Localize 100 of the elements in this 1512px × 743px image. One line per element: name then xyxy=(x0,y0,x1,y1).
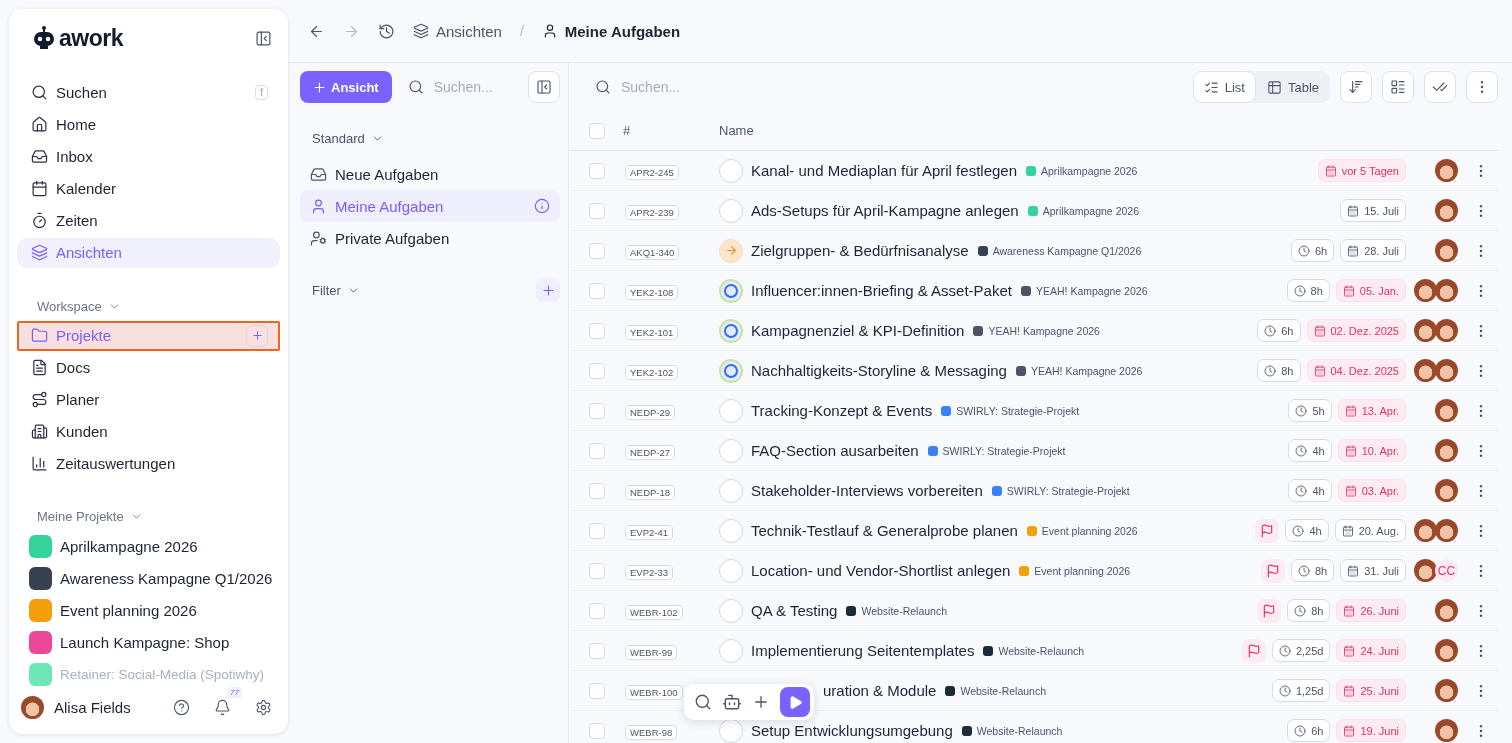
status-circle[interactable] xyxy=(719,198,743,223)
status-circle[interactable] xyxy=(719,478,743,503)
play-button[interactable] xyxy=(780,687,810,717)
project-label[interactable]: Website-Relaunch xyxy=(976,724,1063,737)
view-item[interactable]: Private Aufgaben xyxy=(300,222,560,254)
done-button[interactable] xyxy=(1424,71,1456,103)
project-label[interactable]: SWIRLY: Strategie-Projekt xyxy=(1006,484,1130,497)
task-row[interactable]: NEDP-18 Stakeholder-Interviews vorbereiten SWIRLY: Strategie-Projekt 4h 03. Apr. xyxy=(571,471,1498,511)
avatar[interactable] xyxy=(1435,639,1458,662)
avatar[interactable] xyxy=(1435,159,1458,182)
group-button[interactable] xyxy=(1382,71,1414,103)
effort-chip[interactable]: 4h xyxy=(1288,479,1332,502)
avatar[interactable] xyxy=(1435,399,1458,422)
avatar[interactable] xyxy=(1435,199,1458,222)
project-label[interactable]: Website-Relaunch xyxy=(998,644,1085,657)
view-mode-tab[interactable]: Table xyxy=(1255,71,1330,103)
status-circle[interactable] xyxy=(719,638,743,663)
task-row[interactable]: APR2-239 Ads-Setups für April-Kampagne anlegen Aprilkampagne 2026 15. Juli xyxy=(571,191,1498,231)
project-item[interactable]: Aprilkampagne 2026 xyxy=(17,530,280,563)
task-name[interactable]: Location- und Vendor-Shortlist anlegen xyxy=(751,562,1011,579)
status-progress-icon[interactable] xyxy=(719,358,743,383)
row-checkbox[interactable] xyxy=(589,482,605,499)
status-circle[interactable] xyxy=(719,558,743,583)
section-header[interactable]: Workspace xyxy=(17,298,280,314)
status-circle[interactable] xyxy=(719,158,743,183)
due-date-chip[interactable]: 02. Dez. 2025 xyxy=(1306,319,1406,342)
task-name[interactable]: Zielgruppen- & Bedürfnisanalyse xyxy=(751,242,969,259)
avatar[interactable] xyxy=(1435,599,1458,622)
add-button[interactable] xyxy=(246,324,268,347)
flag-icon[interactable] xyxy=(1260,558,1285,583)
collapse-panel-button[interactable] xyxy=(528,71,560,103)
status-circle[interactable] xyxy=(719,718,743,743)
task-row[interactable]: NEDP-29 Tracking-Konzept & Events SWIRLY: Strategie-Projekt 5h 13. Apr. xyxy=(571,391,1498,431)
status-circle[interactable] xyxy=(719,518,743,543)
due-date-chip[interactable]: 19. Juni xyxy=(1336,719,1406,742)
collapse-sidebar-button[interactable] xyxy=(255,29,272,47)
flag-icon[interactable] xyxy=(1255,518,1280,543)
avatar[interactable] xyxy=(1414,559,1437,582)
avatar[interactable] xyxy=(1435,239,1458,262)
nav-item[interactable]: Inbox xyxy=(17,141,280,172)
project-label[interactable]: Aprilkampagne 2026 xyxy=(1042,204,1139,217)
add-view-button[interactable]: Ansicht xyxy=(300,71,392,103)
row-checkbox[interactable] xyxy=(589,322,605,339)
due-date-chip[interactable]: 28. Juli xyxy=(1340,239,1406,262)
project-item[interactable]: Awareness Kampagne Q1/2026 xyxy=(17,562,280,595)
effort-chip[interactable]: 8h xyxy=(1286,279,1330,302)
search-field[interactable]: Suchen... xyxy=(619,78,1183,96)
row-checkbox[interactable] xyxy=(589,202,605,219)
due-date-chip[interactable]: 03. Apr. xyxy=(1337,479,1406,502)
task-name[interactable]: uration & Module xyxy=(823,682,937,699)
row-checkbox[interactable] xyxy=(589,522,605,539)
search-field[interactable]: Suchen... xyxy=(431,78,518,96)
status-progress-icon[interactable] xyxy=(719,318,743,343)
task-name[interactable]: QA & Testing xyxy=(751,602,838,619)
sort-button[interactable] xyxy=(1340,71,1372,103)
task-row[interactable]: AKQ1-340 Zielgruppen- & Bedürfnisanalyse Awareness Kampagne Q1/2026 6h 28. Juli xyxy=(571,231,1498,271)
row-checkbox[interactable] xyxy=(589,722,605,739)
row-checkbox[interactable] xyxy=(589,562,605,579)
more-button[interactable] xyxy=(1466,71,1498,103)
due-date-chip[interactable]: 20. Aug. xyxy=(1334,519,1406,542)
project-label[interactable]: YEAH! Kampagne 2026 xyxy=(1030,364,1143,377)
nav-item[interactable]: Ansichten xyxy=(17,237,280,268)
task-name[interactable]: Tracking-Konzept & Events xyxy=(751,402,933,419)
row-checkbox[interactable] xyxy=(589,642,605,659)
nav-item[interactable]: Planer xyxy=(17,384,280,415)
avatar[interactable] xyxy=(1414,359,1437,382)
due-date-chip[interactable]: vor 5 Tagen xyxy=(1317,159,1406,182)
task-name[interactable]: Implementierung Seitentemplates xyxy=(751,642,975,659)
settings-button[interactable] xyxy=(255,698,272,716)
avatar[interactable] xyxy=(1435,719,1458,742)
notifications-button[interactable] xyxy=(214,698,231,716)
avatar[interactable] xyxy=(1414,319,1437,342)
task-name[interactable]: Influencer:innen-Briefing & Asset-Paket xyxy=(751,282,1012,299)
project-label[interactable]: Event planning 2026 xyxy=(1041,524,1138,537)
effort-chip[interactable]: 4h xyxy=(1285,519,1329,542)
task-name[interactable]: Stakeholder-Interviews vorbereiten xyxy=(751,482,983,499)
view-item[interactable]: Meine Aufgaben xyxy=(300,190,560,222)
task-name[interactable]: Technik-Testlauf & Generalprobe planen xyxy=(751,522,1018,539)
task-row[interactable]: YEK2-101 Kampagnenziel & KPI-Definition YEAH! Kampagne 2026 6h 02. Dez. 2025 xyxy=(571,311,1498,351)
due-date-chip[interactable]: 10. Apr. xyxy=(1337,439,1406,462)
select-all-checkbox[interactable] xyxy=(589,122,605,139)
project-label[interactable]: Website-Relaunch xyxy=(960,684,1046,697)
nav-item[interactable]: Zeiten xyxy=(17,205,280,236)
project-label[interactable]: Website-Relaunch xyxy=(861,604,948,617)
effort-chip[interactable]: 4h xyxy=(1288,439,1332,462)
flag-icon[interactable] xyxy=(1241,638,1266,663)
project-label[interactable]: SWIRLY: Strategie-Projekt xyxy=(942,444,1066,457)
task-row[interactable]: YEK2-102 Nachhaltigkeits-Storyline & Messaging YEAH! Kampagne 2026 8h 04. Dez. 2025 xyxy=(571,351,1498,391)
history-button[interactable] xyxy=(378,22,395,40)
task-row[interactable]: APR2-245 Kanal- und Mediaplan für April festlegen Aprilkampagne 2026 vor 5 Tagen xyxy=(571,151,1498,191)
effort-chip[interactable]: 5h xyxy=(1288,399,1332,422)
row-checkbox[interactable] xyxy=(589,682,605,699)
project-label[interactable]: Awareness Kampagne Q1/2026 xyxy=(992,244,1142,257)
breadcrumb-item[interactable]: Meine Aufgaben xyxy=(564,22,681,40)
nav-item[interactable]: Kalender xyxy=(17,173,280,204)
task-row[interactable]: EVP2-33 Location- und Vendor-Shortlist anlegen Event planning 2026 8h 31. Juli CC xyxy=(571,551,1498,591)
avatar[interactable] xyxy=(1435,479,1458,502)
status-circle[interactable] xyxy=(719,598,743,623)
avatar[interactable] xyxy=(1435,359,1458,382)
due-date-chip[interactable]: 25. Juni xyxy=(1336,679,1406,702)
